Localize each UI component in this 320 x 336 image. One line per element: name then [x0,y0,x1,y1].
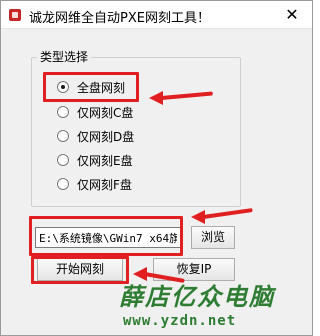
close-button[interactable]: ✕ [272,1,312,29]
watermark-url: www.yzdn.net [123,313,237,329]
browse-button[interactable]: 浏览 [191,226,235,249]
radio-f-drive[interactable]: 仅网刻F盘 [57,174,132,194]
radio-unchecked-icon [57,154,69,166]
main-window: 诚龙网维全自动PXE网刻工具！ ✕ 类型选择 全盘网刻 仅网刻C盘 仅网刻D盘 … [0,0,313,336]
radio-d-drive[interactable]: 仅网刻D盘 [57,126,134,146]
group-legend: 类型选择 [37,48,92,65]
title-bar: 诚龙网维全自动PXE网刻工具！ ✕ [1,1,312,29]
highlight-box-full-disk [43,72,139,102]
radio-c-drive[interactable]: 仅网刻C盘 [57,102,133,122]
arrow-line [202,208,253,219]
highlight-box-start [31,256,129,284]
radio-label: 仅网刻C盘 [77,105,134,120]
radio-unchecked-icon [57,178,69,190]
radio-unchecked-icon [57,106,69,118]
radio-label: 仅网刻E盘 [77,153,133,168]
window-title: 诚龙网维全自动PXE网刻工具！ [29,11,210,26]
highlight-box-path [29,216,183,256]
watermark-name: 薛店亿众电脑 [119,282,275,311]
radio-e-drive[interactable]: 仅网刻E盘 [57,150,133,170]
radio-label: 仅网刻D盘 [77,129,135,144]
app-icon [9,9,21,21]
radio-label: 仅网刻F盘 [77,177,132,192]
radio-unchecked-icon [57,130,69,142]
